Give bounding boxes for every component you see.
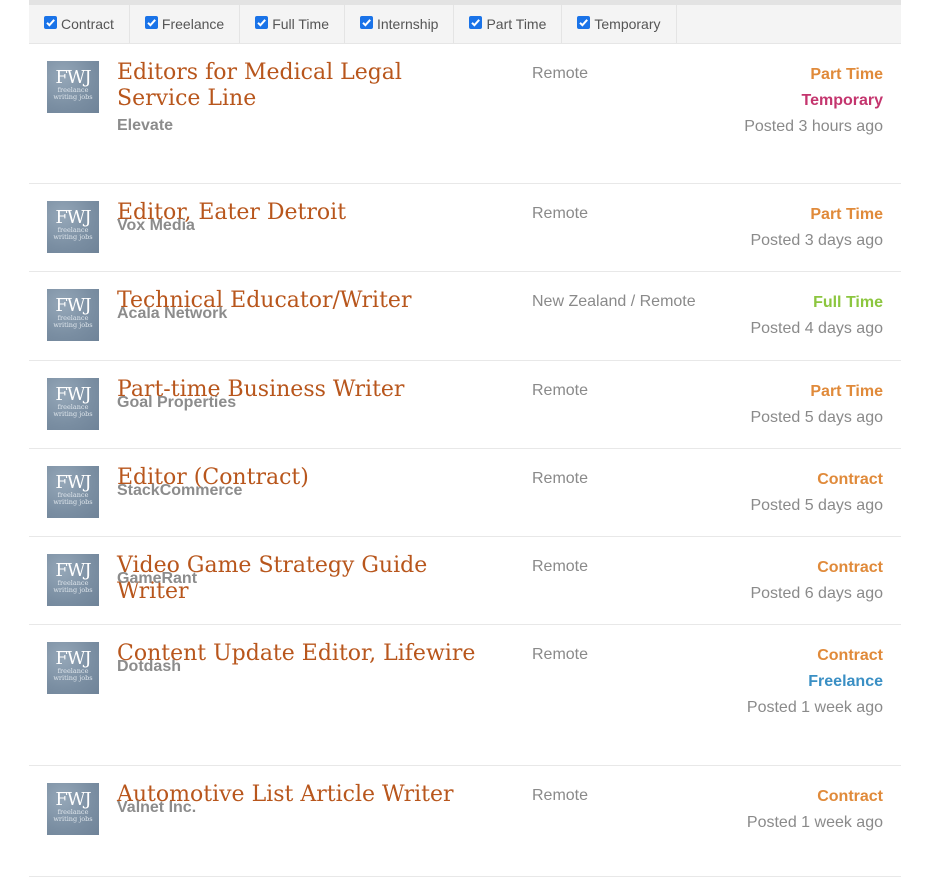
job-type-filters: Contract Freelance Full Time Internship Part…: [29, 0, 901, 44]
job-location: New Zealand / Remote: [532, 293, 696, 310]
job-listing[interactable]: FWJ freelance writing jobs Part-time Busine…: [29, 361, 901, 449]
job-location: Remote: [532, 205, 589, 222]
job-meta: Contract Freelance Posted 1 week ago: [723, 643, 883, 721]
logo-subtext: writing jobs: [53, 674, 93, 682]
job-type-badge: Contract: [817, 471, 883, 488]
checkbox-checked-icon[interactable]: [255, 15, 269, 29]
company-name: GameRant: [117, 570, 198, 587]
logo-text: FWJ: [55, 560, 91, 581]
posted-time: Posted 1 week ago: [746, 699, 883, 716]
job-type-badge: Contract: [817, 788, 883, 805]
company-name: Goal Properties: [117, 394, 237, 411]
company-logo[interactable]: FWJ freelance writing jobs: [47, 61, 99, 113]
posted-time: Posted 5 days ago: [750, 409, 883, 426]
job-listing[interactable]: FWJ freelance writing jobs Automotive List …: [29, 766, 901, 877]
filter-label: Full Time: [272, 16, 329, 32]
posted-time: Posted 1 week ago: [746, 814, 883, 831]
company-logo[interactable]: FWJ freelance writing jobs: [47, 466, 99, 518]
job-type-badge: Temporary: [801, 92, 883, 109]
job-location: Remote: [532, 470, 589, 487]
company-logo[interactable]: FWJ freelance writing jobs: [47, 783, 99, 835]
job-location: Remote: [532, 558, 589, 575]
logo-subtext: writing jobs: [53, 586, 93, 594]
posted-time: Posted 3 hours ago: [744, 118, 883, 135]
job-listing[interactable]: FWJ freelance writing jobs Editor (Contract…: [29, 449, 901, 537]
posted-time: Posted 3 days ago: [750, 232, 883, 249]
filter-label: Part Time: [486, 16, 547, 32]
job-type-badge: Full Time: [813, 294, 883, 311]
filter-freelance[interactable]: Freelance: [130, 5, 241, 43]
checkbox-checked-icon[interactable]: [469, 15, 483, 29]
filter-label: Temporary: [594, 16, 661, 32]
job-type-badge: Freelance: [808, 673, 883, 690]
company-name: StackCommerce: [117, 482, 243, 499]
job-meta: Part Time Posted 5 days ago: [723, 379, 883, 431]
posted-time: Posted 6 days ago: [750, 585, 883, 602]
job-meta: Contract Posted 5 days ago: [723, 467, 883, 519]
company-logo[interactable]: FWJ freelance writing jobs: [47, 642, 99, 694]
logo-subtext: writing jobs: [53, 321, 93, 329]
filter-contract[interactable]: Contract: [29, 5, 130, 43]
job-location: Remote: [532, 787, 589, 804]
logo-text: FWJ: [55, 384, 91, 405]
company-logo[interactable]: FWJ freelance writing jobs: [47, 201, 99, 253]
job-meta: Part Time Posted 3 days ago: [723, 202, 883, 254]
job-location: Remote: [532, 65, 589, 82]
logo-text: FWJ: [55, 207, 91, 228]
logo-subtext: writing jobs: [53, 410, 93, 418]
logo-text: FWJ: [55, 472, 91, 493]
job-board: Contract Freelance Full Time Internship Part…: [29, 0, 901, 877]
logo-subtext: writing jobs: [53, 815, 93, 823]
job-location: Remote: [532, 382, 589, 399]
job-title-link[interactable]: Editors for Medical Legal Service Line: [117, 60, 487, 112]
filter-part-time[interactable]: Part Time: [454, 5, 563, 43]
logo-text: FWJ: [55, 648, 91, 669]
logo-subtext: writing jobs: [53, 93, 93, 101]
company-name: Elevate: [117, 117, 174, 134]
filter-label: Freelance: [161, 16, 225, 32]
logo-text: FWJ: [55, 295, 91, 316]
company-name: Dotdash: [117, 658, 181, 675]
filter-label: Internship: [376, 16, 439, 32]
filter-internship[interactable]: Internship: [345, 5, 455, 43]
filter-label: Contract: [61, 16, 114, 32]
job-meta: Contract Posted 6 days ago: [723, 555, 883, 607]
company-name: Vox Media: [117, 217, 195, 234]
job-meta: Part Time Temporary Posted 3 hours ago: [723, 62, 883, 140]
job-meta: Full Time Posted 4 days ago: [723, 290, 883, 342]
posted-time: Posted 5 days ago: [750, 497, 883, 514]
job-listing[interactable]: FWJ freelance writing jobs Technical Educat…: [29, 272, 901, 361]
checkbox-checked-icon[interactable]: [359, 15, 373, 29]
job-type-badge: Contract: [817, 559, 883, 576]
company-name: Acala Network: [117, 305, 228, 322]
job-listing[interactable]: FWJ freelance writing jobs Video Game Strat…: [29, 537, 901, 625]
logo-subtext: writing jobs: [53, 498, 93, 506]
job-listing[interactable]: FWJ freelance writing jobs Content Update E…: [29, 625, 901, 766]
checkbox-checked-icon[interactable]: [144, 15, 158, 29]
job-location: Remote: [532, 646, 589, 663]
company-name: Valnet Inc.: [117, 799, 197, 816]
company-logo[interactable]: FWJ freelance writing jobs: [47, 554, 99, 606]
job-type-badge: Part Time: [810, 383, 883, 400]
logo-text: FWJ: [55, 67, 91, 88]
filter-full-time[interactable]: Full Time: [240, 5, 345, 43]
job-listing[interactable]: FWJ freelance writing jobs Editor, Eater De…: [29, 184, 901, 272]
logo-subtext: writing jobs: [53, 233, 93, 241]
posted-time: Posted 4 days ago: [750, 320, 883, 337]
job-type-badge: Part Time: [810, 206, 883, 223]
company-logo[interactable]: FWJ freelance writing jobs: [47, 289, 99, 341]
logo-text: FWJ: [55, 789, 91, 810]
checkbox-checked-icon[interactable]: [44, 15, 57, 29]
job-listing[interactable]: FWJ freelance writing jobs Editors for Medi…: [29, 44, 901, 184]
job-meta: Contract Posted 1 week ago: [723, 784, 883, 836]
filter-temporary[interactable]: Temporary: [562, 5, 677, 43]
checkbox-checked-icon[interactable]: [577, 15, 591, 29]
company-logo[interactable]: FWJ freelance writing jobs: [47, 378, 99, 430]
job-type-badge: Part Time: [810, 66, 883, 83]
job-type-badge: Contract: [817, 647, 883, 664]
